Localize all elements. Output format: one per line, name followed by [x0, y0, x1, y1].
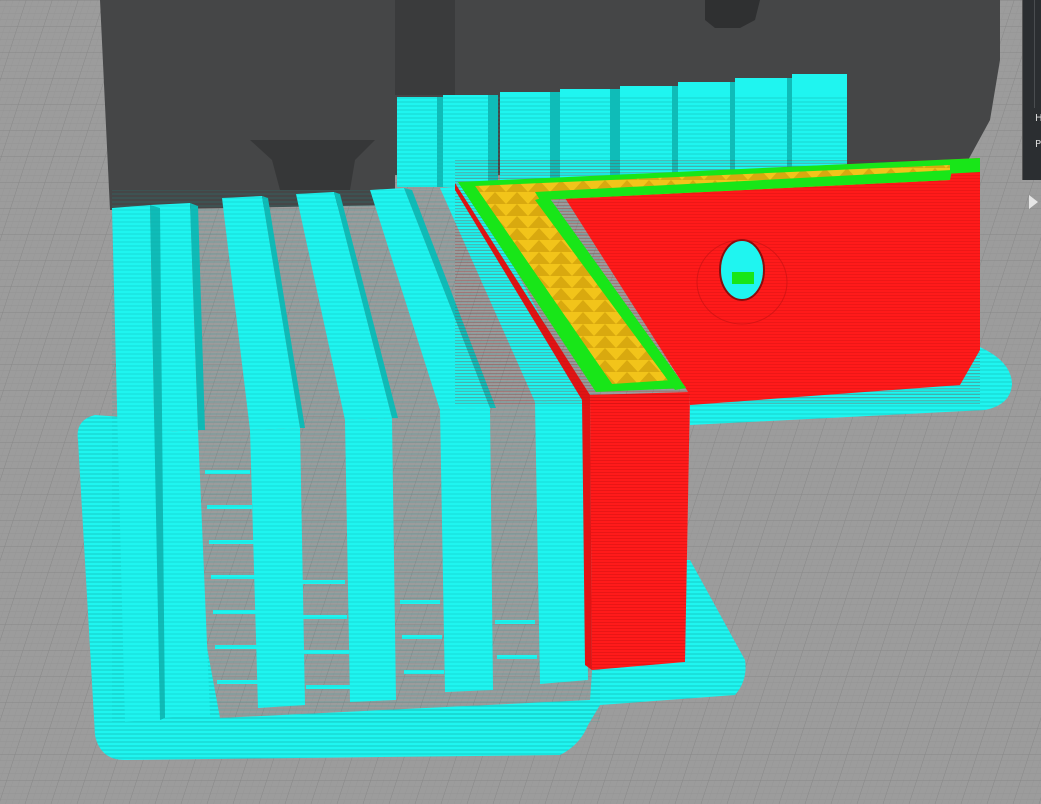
- panel-label-h: H: [1035, 113, 1041, 124]
- panel-divider: [1034, 0, 1035, 108]
- 3d-viewport[interactable]: [0, 0, 1041, 804]
- chevron-right-icon[interactable]: [1026, 192, 1041, 212]
- side-panel[interactable]: H P: [1022, 0, 1041, 180]
- backdrop-shape-top: [395, 0, 455, 95]
- panel-label-p: P: [1035, 139, 1041, 150]
